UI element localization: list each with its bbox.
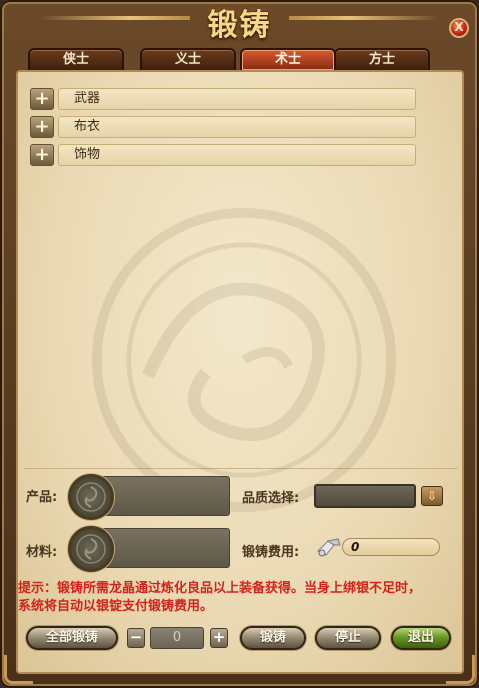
tab-shushi[interactable]: 术士 <box>240 48 336 70</box>
exit-button[interactable]: 退出 <box>391 626 451 650</box>
forge-all-button[interactable]: 全部锻铸 <box>26 626 118 650</box>
expand-accessory-button[interactable]: + <box>30 144 54 166</box>
product-slot-icon[interactable] <box>68 474 114 520</box>
close-button[interactable]: X <box>449 18 469 38</box>
material-slot-icon[interactable] <box>68 526 114 572</box>
quality-dropdown-arrow-icon[interactable]: ⇩ <box>421 486 443 506</box>
material-slot-box[interactable] <box>94 528 230 568</box>
recipe-list: + 武器 + 布衣 + 饰物 <box>24 80 458 512</box>
swirl-icon <box>76 534 106 564</box>
material-label: 材料: <box>26 545 58 560</box>
product-slot-box[interactable] <box>94 476 230 516</box>
category-cloth[interactable]: 布衣 <box>58 116 416 138</box>
list-item-weapon[interactable]: + 武器 <box>30 88 416 110</box>
material-slot[interactable] <box>68 526 230 572</box>
silver-ingot-icon <box>317 538 341 557</box>
category-weapon[interactable]: 武器 <box>58 88 416 110</box>
stop-button[interactable]: 停止 <box>315 626 381 650</box>
category-accessory[interactable]: 饰物 <box>58 144 416 166</box>
decrease-quantity-button[interactable]: − <box>127 628 145 648</box>
cost-value: 0 <box>342 538 440 556</box>
forge-button[interactable]: 锻铸 <box>240 626 306 650</box>
frame-corner-decoration <box>4 655 33 684</box>
title-bar: 锻铸 X <box>0 0 479 44</box>
increase-quantity-button[interactable]: + <box>210 628 228 648</box>
swirl-icon <box>76 482 106 512</box>
hint-text: 提示：锻铸所需龙晶通过炼化良品以上装备获得。当身上绑银不足时，系统将自动以银锭支… <box>18 581 422 614</box>
product-slot[interactable] <box>68 474 230 520</box>
list-item-accessory[interactable]: + 饰物 <box>30 144 416 166</box>
expand-weapon-button[interactable]: + <box>30 88 54 110</box>
class-tabs: 侠士 义士 术士 方士 <box>28 48 456 72</box>
cost-label: 锻铸费用: <box>242 545 300 560</box>
dragon-emblem-watermark <box>91 207 396 512</box>
quality-label: 品质选择: <box>242 491 300 506</box>
forge-window: 锻铸 X 侠士 义士 术士 方士 + 武器 + 布衣 + 饰物 产品: 材料: … <box>0 0 479 688</box>
quality-select[interactable] <box>314 484 416 508</box>
window-title: 锻铸 <box>207 8 272 43</box>
tab-fangshi[interactable]: 方士 <box>334 48 430 70</box>
tab-xiashi[interactable]: 侠士 <box>28 48 124 70</box>
frame-corner-decoration <box>446 655 475 684</box>
expand-cloth-button[interactable]: + <box>30 116 54 138</box>
list-item-cloth[interactable]: + 布衣 <box>30 116 416 138</box>
tab-yishi[interactable]: 义士 <box>140 48 236 70</box>
product-label: 产品: <box>26 490 58 505</box>
quantity-input[interactable]: 0 <box>150 627 204 649</box>
